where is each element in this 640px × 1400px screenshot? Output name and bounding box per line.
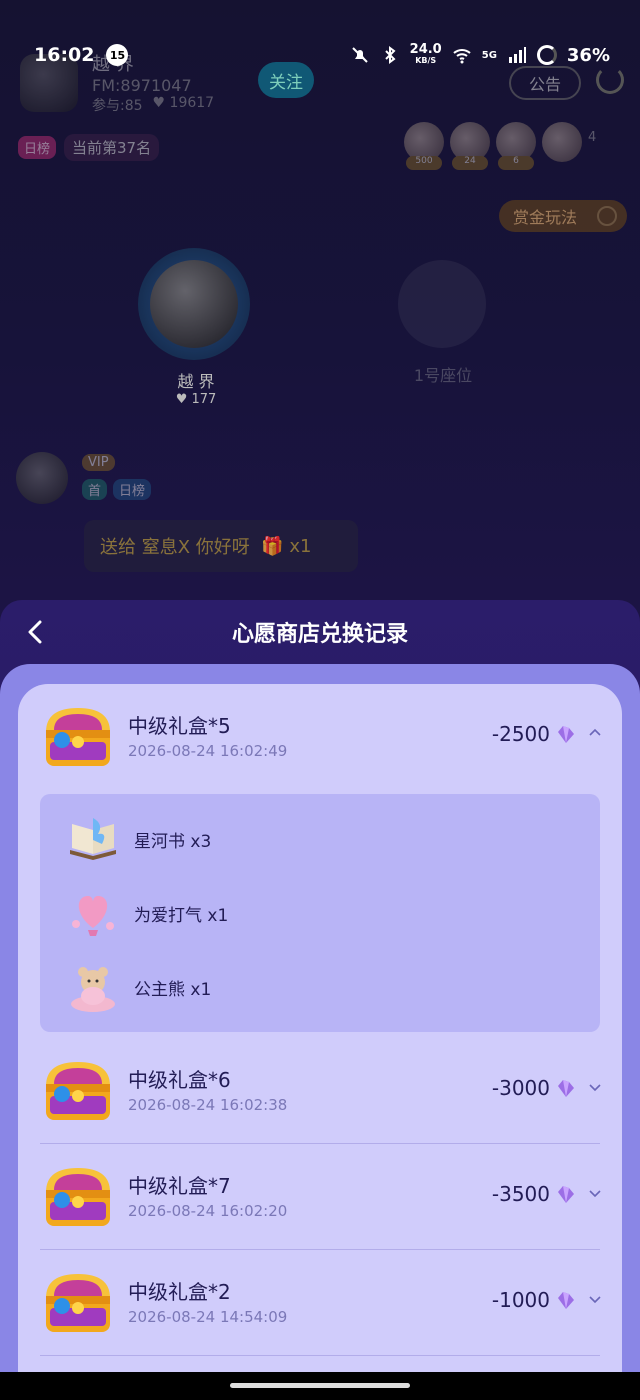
rank-pill[interactable]: 日榜 当前第37名 xyxy=(18,134,160,161)
record-amount: -2500 xyxy=(492,722,578,746)
host-seat-hearts: ♥ 177 xyxy=(175,392,217,407)
daily-rank-badge: 日榜 xyxy=(113,479,152,500)
rank-tag: 日榜 xyxy=(18,136,57,159)
record-time: 2026-08-24 16:02:38 xyxy=(128,1096,288,1114)
records-list: 中级礼盒*5 2026-08-24 16:02:49 -2500 星河书 x3 xyxy=(18,684,622,1400)
bluetooth-icon xyxy=(384,46,396,64)
record-title: 中级礼盒*7 xyxy=(128,1174,231,1198)
record-time: 2026-08-24 16:02:20 xyxy=(128,1202,288,1220)
records-panel: 中级礼盒*5 2026-08-24 16:02:49 -2500 星河书 x3 xyxy=(0,664,640,1400)
notification-count-badge: 15 xyxy=(106,44,129,66)
audience-avatar[interactable]: 6 xyxy=(496,122,536,170)
participants-count: 参与:85 xyxy=(92,98,143,114)
sheet-header: 心愿商店兑换记录 xyxy=(0,600,640,664)
chevron-down-icon[interactable] xyxy=(588,1186,602,1200)
audience-avatar[interactable] xyxy=(542,122,582,162)
net-speed: 24.0 KB/S xyxy=(409,42,442,65)
host-seat-name: 越 界 xyxy=(177,372,215,391)
rank-text: 当前第37名 xyxy=(64,134,160,161)
record-item: 公主熊 x1 xyxy=(40,950,600,1024)
record-row[interactable]: 中级礼盒*2 2026-08-24 14:54:09 -1000 xyxy=(18,1250,622,1356)
record-item: 为爱打气 x1 xyxy=(40,876,600,950)
audience-avatar[interactable]: 24 xyxy=(450,122,490,170)
record-item-label: 为爱打气 x1 xyxy=(134,905,229,926)
record-row[interactable]: 中级礼盒*7 2026-08-24 16:02:20 -3500 xyxy=(18,1144,622,1250)
status-bar: 16:02 15 24.0 KB/S 5G 36% xyxy=(0,0,640,80)
record-amount: -3500 xyxy=(492,1182,578,1206)
record-title: 中级礼盒*2 xyxy=(128,1280,231,1304)
record-title: 中级礼盒*5 xyxy=(128,714,231,738)
chevron-down-icon[interactable] xyxy=(588,1292,602,1306)
audience-count: 4 xyxy=(588,130,597,145)
cell-signal-icon xyxy=(508,47,526,63)
first-badge: 首 xyxy=(82,479,108,500)
chat-message: 送给 窒息X 你好呀 🎁 x1 xyxy=(84,520,358,572)
crystal-gem-icon xyxy=(558,1186,574,1203)
treasure-chest-icon xyxy=(46,1168,110,1226)
record-item-label: 公主熊 x1 xyxy=(134,979,212,1000)
crystal-gem-icon xyxy=(558,726,574,743)
help-icon[interactable] xyxy=(597,206,618,226)
seat-sofa-icon xyxy=(398,260,486,348)
record-row[interactable]: 中级礼盒*5 2026-08-24 16:02:49 -2500 xyxy=(18,684,622,790)
seat-1-label: 1号座位 xyxy=(413,366,473,385)
likes-count: ♥ 19617 xyxy=(152,95,215,111)
treasure-chest-icon xyxy=(46,708,110,766)
record-row[interactable]: 中级礼盒*6 2026-08-24 16:02:38 -3000 xyxy=(18,1038,622,1144)
record-amount: -1000 xyxy=(492,1288,578,1312)
chat-user-tags: VIP 首 日榜 xyxy=(82,454,152,508)
status-time: 16:02 xyxy=(34,44,95,66)
audience-avatar[interactable]: 500 xyxy=(404,122,444,170)
sheet-title: 心愿商店兑换记录 xyxy=(231,622,408,647)
crystal-gem-icon xyxy=(558,1292,574,1309)
gift-icon: 🎁 xyxy=(261,535,284,557)
home-indicator[interactable] xyxy=(230,1383,410,1388)
star-river-book-icon xyxy=(64,810,122,868)
treasure-chest-icon xyxy=(46,1062,110,1120)
chat-avatar[interactable] xyxy=(16,452,68,504)
record-amount: -3000 xyxy=(492,1076,578,1100)
audience-avatars[interactable]: 500 24 6 4 xyxy=(404,122,597,170)
princess-bear-icon xyxy=(64,958,122,1016)
wifi-icon xyxy=(453,49,471,64)
exchange-record-sheet: 心愿商店兑换记录 中级礼盒*5 2026-08-24 16:02:49 -250… xyxy=(0,600,640,1400)
seat-1[interactable]: 1号座位 xyxy=(398,260,488,386)
record-time: 2026-08-24 16:02:49 xyxy=(128,742,288,760)
battery-percent: 36% xyxy=(566,44,610,66)
chevron-down-icon[interactable] xyxy=(588,1080,602,1094)
record-item-label: 星河书 x3 xyxy=(134,831,212,852)
treasure-chest-icon xyxy=(46,1274,110,1332)
mute-bell-icon xyxy=(351,47,368,63)
record-items: 星河书 x3 为爱打气 x1 公主熊 x1 xyxy=(40,794,600,1032)
chevron-up-icon[interactable] xyxy=(588,726,602,740)
record-time: 2026-08-24 14:54:09 xyxy=(128,1308,288,1326)
voice-room-background: 越 界 FM:8971047 参与:85 ♥ 19617 关注 公告 日榜 当前… xyxy=(0,0,640,640)
host-seat[interactable]: 越 界 ♥ 177 xyxy=(138,248,254,407)
battery-icon xyxy=(536,45,557,65)
record-item: 星河书 x3 xyxy=(40,802,600,876)
vip-badge: VIP xyxy=(82,454,115,471)
back-arrow-icon[interactable] xyxy=(22,618,50,646)
love-balloon-icon xyxy=(64,884,122,942)
record-title: 中级礼盒*6 xyxy=(128,1068,231,1092)
crystal-gem-icon xyxy=(558,1080,574,1097)
signal-label: 5G xyxy=(481,49,497,61)
host-seat-avatar xyxy=(150,260,238,348)
reward-play-label: 赏金玩法 xyxy=(513,208,578,227)
reward-play-button[interactable]: 赏金玩法 xyxy=(499,200,627,232)
